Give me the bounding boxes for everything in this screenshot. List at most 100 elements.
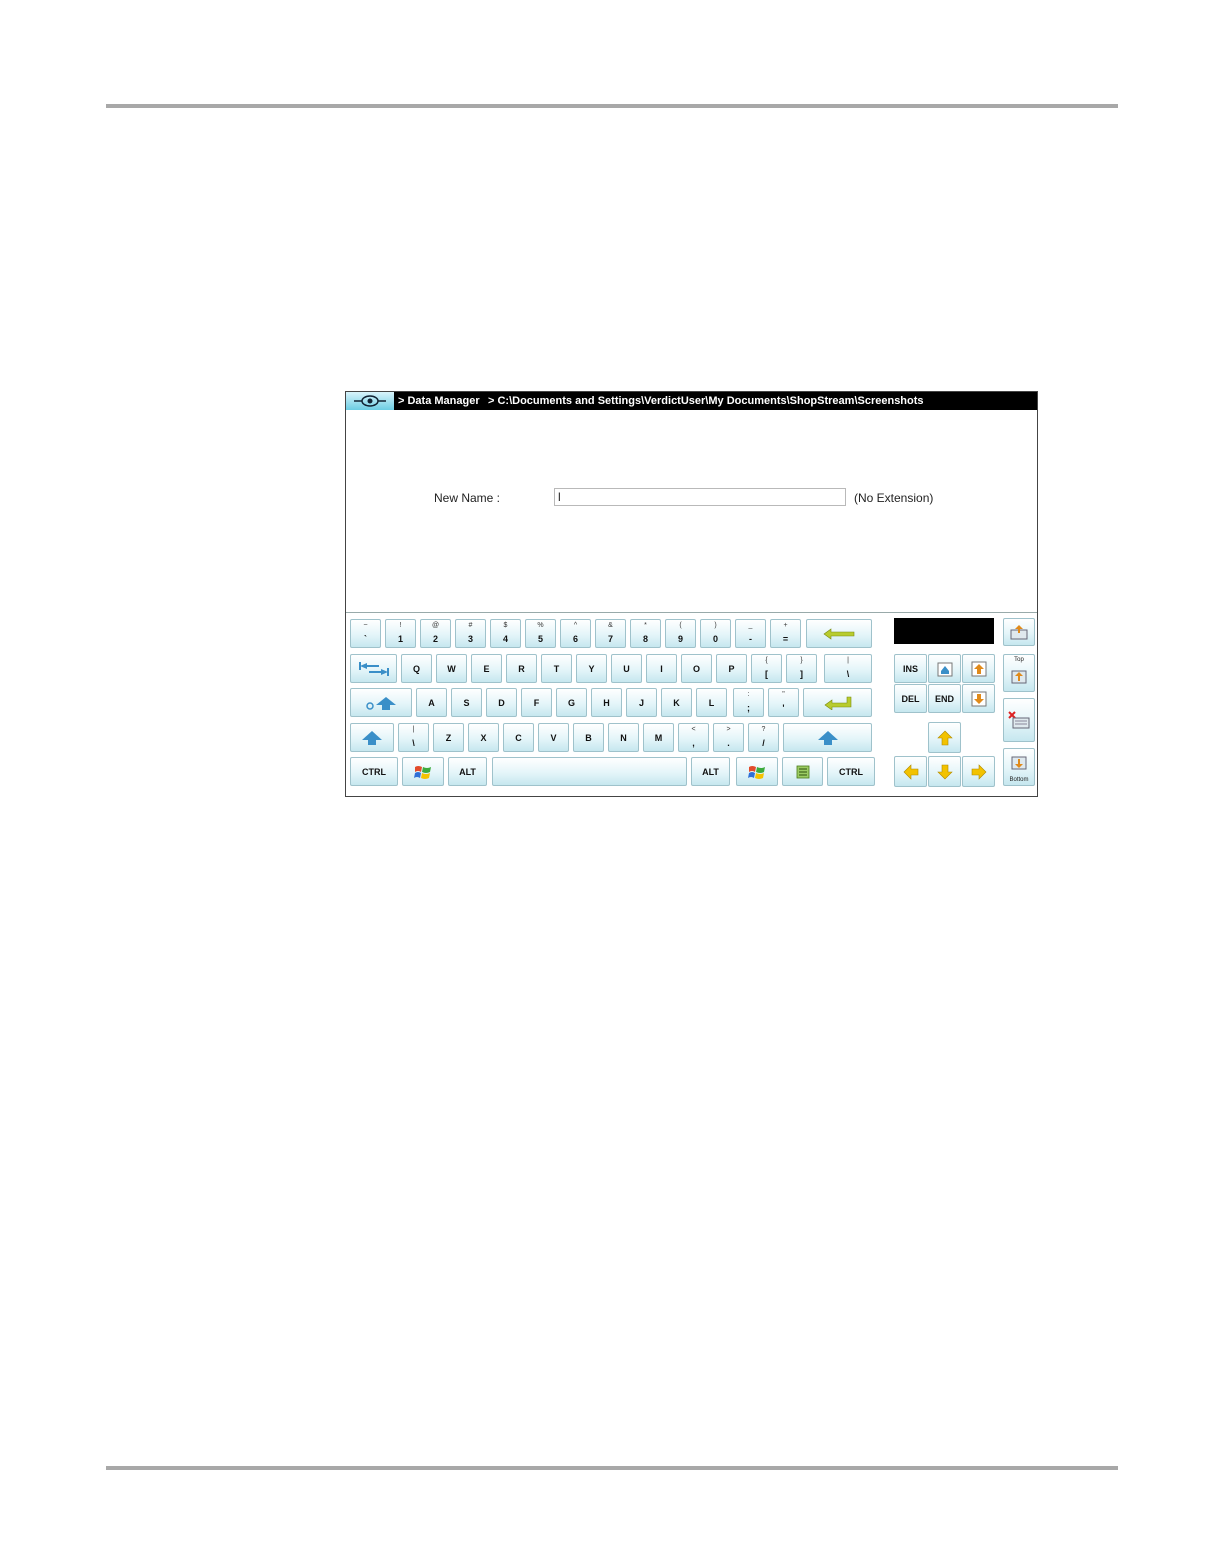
key-s[interactable]: S xyxy=(451,688,482,717)
keyboard-to-top-button[interactable] xyxy=(1003,618,1035,646)
left-ctrl-key[interactable]: CTRL xyxy=(350,757,398,786)
key-y[interactable]: Y xyxy=(576,654,607,683)
key-sym-r2-0[interactable]: {[ xyxy=(751,654,782,683)
delete-key[interactable]: DEL xyxy=(894,684,927,713)
enter-arrow-icon xyxy=(823,696,851,710)
key-t[interactable]: T xyxy=(541,654,572,683)
key-o[interactable]: O xyxy=(681,654,712,683)
key-6-label: 6 xyxy=(572,634,578,644)
key-w-label: W xyxy=(447,663,456,674)
home-key[interactable] xyxy=(928,654,961,683)
key-sym-r2-0-shift-label: { xyxy=(765,657,768,664)
key-sym-r3-1[interactable]: " ' xyxy=(768,688,799,717)
page-up-key[interactable] xyxy=(962,654,995,683)
key-9-label: 9 xyxy=(677,634,683,644)
key-5[interactable]: % 5 xyxy=(525,619,556,648)
on-screen-keyboard: ~ `! 1 @2 #3 $4% 5 ^ 6 & 7 * 8(9) 0 _ - + = Q W E R T Y U I O P{[}]… xyxy=(346,392,1037,796)
close-keyboard-button[interactable] xyxy=(1003,698,1035,742)
key-6[interactable]: ^ 6 xyxy=(560,619,591,648)
arrow-up-icon xyxy=(936,730,953,745)
arrow-down-icon xyxy=(936,764,953,779)
key-1[interactable]: ! 1 xyxy=(385,619,416,648)
key-k[interactable]: K xyxy=(661,688,692,717)
key-0[interactable]: ) 0 xyxy=(700,619,731,648)
windows-logo-icon xyxy=(748,765,765,779)
key-sym-r2-2-shift-label: | xyxy=(847,657,849,664)
key-f-label: F xyxy=(533,697,540,708)
right-windows-key[interactable] xyxy=(736,757,778,786)
key-4[interactable]: $4 xyxy=(490,619,521,648)
caps-lock-key[interactable] xyxy=(350,688,412,717)
key-sym-r4-2-shift-label: ? xyxy=(761,726,766,733)
key-v[interactable]: V xyxy=(538,723,569,752)
left-alt-key[interactable]: ALT xyxy=(448,757,487,786)
key-9[interactable]: (9 xyxy=(665,619,696,648)
insert-key[interactable]: INS xyxy=(894,654,927,683)
key-p[interactable]: P xyxy=(716,654,747,683)
space-bar[interactable] xyxy=(492,757,687,786)
key-3[interactable]: #3 xyxy=(455,619,486,648)
right-alt-key[interactable]: ALT xyxy=(691,757,730,786)
key-a[interactable]: A xyxy=(416,688,447,717)
key-sym-r4-1[interactable]: >. xyxy=(713,723,744,752)
page-down-key[interactable] xyxy=(962,684,995,713)
key-w[interactable]: W xyxy=(436,654,467,683)
key-j[interactable]: J xyxy=(626,688,657,717)
key-4-shift-label: $ xyxy=(503,622,508,629)
key-i[interactable]: I xyxy=(646,654,677,683)
key-r[interactable]: R xyxy=(506,654,537,683)
arrow-right-icon xyxy=(971,763,986,780)
key-2[interactable]: @2 xyxy=(420,619,451,648)
key-e[interactable]: E xyxy=(471,654,502,683)
right-shift-key[interactable] xyxy=(783,723,872,752)
shift-up-arrow-icon xyxy=(817,730,838,745)
left-shift-key[interactable] xyxy=(350,723,394,752)
key-backslash-left[interactable]: | \ xyxy=(398,723,429,752)
key-2-shift-label: @ xyxy=(431,622,440,629)
key-d[interactable]: D xyxy=(486,688,517,717)
key-`[interactable]: ~ ` xyxy=(350,619,381,648)
tab-key[interactable] xyxy=(350,654,397,683)
end-key[interactable]: END xyxy=(928,684,961,713)
key-sym-r3-0[interactable]: :; xyxy=(733,688,764,717)
arrow-down-key[interactable] xyxy=(928,756,961,787)
key-8[interactable]: * 8 xyxy=(630,619,661,648)
key-f[interactable]: F xyxy=(521,688,552,717)
key-x[interactable]: X xyxy=(468,723,499,752)
key-g[interactable]: G xyxy=(556,688,587,717)
key-z[interactable]: Z xyxy=(433,723,464,752)
arrow-left-key[interactable] xyxy=(894,756,927,787)
move-bottom-icon xyxy=(1011,756,1027,770)
right-ctrl-key[interactable]: CTRL xyxy=(827,757,875,786)
key-7[interactable]: & 7 xyxy=(595,619,626,648)
left-windows-key[interactable] xyxy=(402,757,444,786)
arrow-up-key[interactable] xyxy=(928,722,961,753)
key--[interactable]: _ - xyxy=(735,619,766,648)
backspace-key[interactable] xyxy=(806,619,872,648)
key-c[interactable]: C xyxy=(503,723,534,752)
key-sym-r2-1[interactable]: }] xyxy=(786,654,817,683)
close-keyboard-icon xyxy=(1008,711,1030,729)
key-sym-r4-0[interactable]: <, xyxy=(678,723,709,752)
arrow-right-key[interactable] xyxy=(962,756,995,787)
key-sym-r4-2[interactable]: ? / xyxy=(748,723,779,752)
right-alt-key-label: ALT xyxy=(702,766,719,777)
key-m[interactable]: M xyxy=(643,723,674,752)
context-menu-key[interactable] xyxy=(782,757,823,786)
bottom-button[interactable]: Bottom xyxy=(1003,748,1035,786)
key-h[interactable]: H xyxy=(591,688,622,717)
top-button[interactable]: Top xyxy=(1003,654,1035,692)
key-q[interactable]: Q xyxy=(401,654,432,683)
key-=[interactable]: + = xyxy=(770,619,801,648)
key-sym-r4-2-label: / xyxy=(762,738,765,748)
key-c-label: C xyxy=(515,732,522,743)
tab-arrows-icon xyxy=(358,661,389,676)
caps-lock-icon xyxy=(366,696,396,710)
key-sym-r2-2[interactable]: | \ xyxy=(824,654,872,683)
enter-key[interactable] xyxy=(803,688,872,717)
key-b[interactable]: B xyxy=(573,723,604,752)
key-l[interactable]: L xyxy=(696,688,727,717)
key-u[interactable]: U xyxy=(611,654,642,683)
key-n[interactable]: N xyxy=(608,723,639,752)
page-down-icon xyxy=(971,691,986,706)
